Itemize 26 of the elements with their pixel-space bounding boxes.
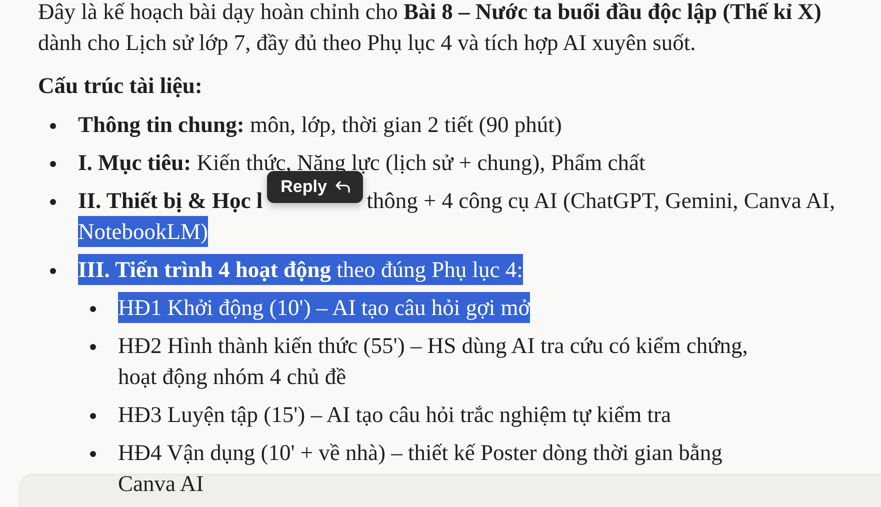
bullet: [90, 451, 96, 457]
bullet: [50, 123, 56, 129]
intro-text: dành cho Lịch sử lớp 7, đầy đủ theo Phụ lục 4 và tích hợp AI xuyên suốt.: [38, 29, 697, 57]
list-text: Thông tin chung:: [78, 111, 244, 139]
bullet: [90, 344, 96, 350]
list-text: I. Mục tiêu:: [78, 149, 192, 177]
section-heading: Cấu trúc tài liệu:: [38, 72, 204, 100]
list-text: HĐ3 Luyện tập (15') – AI tạo câu hỏi trắc nghiệm tự kiểm tra: [118, 401, 671, 429]
list-text: theo đúng Phụ lục 4:: [331, 254, 523, 285]
list-text: Canva AI: [118, 470, 204, 498]
list-text: hoạt động nhóm 4 chủ đề: [118, 363, 346, 391]
list-text: HĐ2 Hình thành kiến thức (55') – HS dùng AI tra cứu có kiểm chứng,: [118, 332, 748, 360]
list-text: III. Tiến trình 4 hoạt động: [78, 254, 332, 285]
bullet: [90, 306, 96, 312]
reply-icon: [334, 180, 351, 194]
bullet: [90, 413, 96, 419]
list-text: môn, lớp, thời gian 2 tiết (90 phút): [248, 111, 562, 139]
bullet: [50, 268, 56, 274]
reply-button[interactable]: Reply: [266, 171, 363, 203]
bullet: [50, 161, 56, 167]
list-text: thông + 4 công cụ AI (ChatGPT, Gemini, Canva AI,: [366, 187, 836, 215]
bullet: [50, 199, 56, 205]
list-text: II. Thiết bị & Học l: [78, 187, 263, 215]
list-text: HĐ4 Vận dụng (10' + về nhà) – thiết kế Poster dòng thời gian bằng: [118, 439, 722, 467]
list-text: NotebookLM): [78, 216, 208, 247]
intro-text: Đây là kế hoạch bài dạy hoàn chỉnh cho Bài 8 – Nước ta buổi đầu độc lập (Thế kỉ X): [38, 0, 822, 26]
